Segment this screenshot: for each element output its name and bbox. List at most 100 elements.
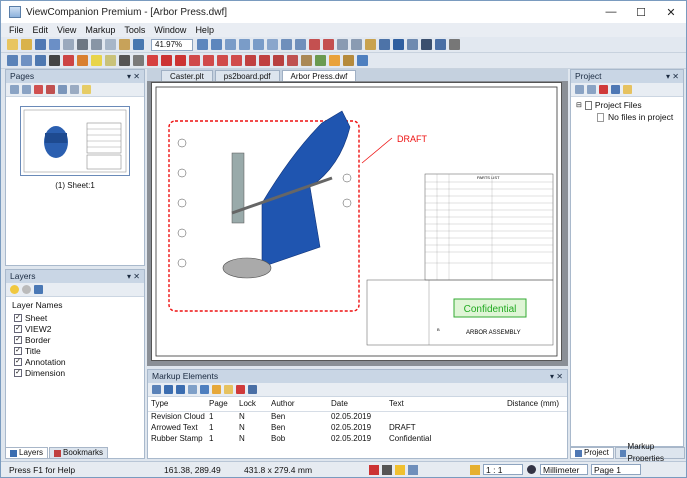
print-icon[interactable] <box>77 39 88 50</box>
markup-folder-icon[interactable] <box>224 385 233 394</box>
text-icon[interactable] <box>393 39 404 50</box>
tab-caster[interactable]: Caster.plt <box>161 70 213 81</box>
layers-icon[interactable] <box>407 39 418 50</box>
column-header[interactable]: Page <box>206 397 236 412</box>
color-icon[interactable] <box>147 55 158 66</box>
markup-export-icon[interactable] <box>188 385 197 394</box>
prev-page-icon[interactable] <box>281 39 292 50</box>
lock-icon[interactable] <box>343 55 354 66</box>
drawing-sheet[interactable]: DRAFT PARTS LIST Confidential B ARBOR AS… <box>151 82 562 361</box>
menu-edit[interactable]: Edit <box>33 25 49 35</box>
layer-item[interactable]: ✓ Dimension <box>14 367 144 378</box>
collapse-icon[interactable]: ⊟ <box>576 101 582 109</box>
close-button[interactable]: ✕ <box>656 1 686 23</box>
line-style-icon[interactable] <box>119 55 130 66</box>
panel-pin-icon[interactable]: ▾ ✕ <box>666 70 679 83</box>
layer-off-icon[interactable] <box>22 285 31 294</box>
stamp-icon[interactable] <box>273 55 284 66</box>
save-icon[interactable] <box>35 39 46 50</box>
next-page-icon[interactable] <box>295 39 306 50</box>
last-page-icon[interactable] <box>351 39 362 50</box>
first-page-icon[interactable] <box>337 39 348 50</box>
layer-reset-icon[interactable] <box>34 285 43 294</box>
zoom-out-icon[interactable] <box>211 39 222 50</box>
brush-icon[interactable] <box>77 55 88 66</box>
checkbox-icon[interactable]: ✓ <box>14 357 22 366</box>
panel-pin-icon[interactable]: ▾ ✕ <box>550 370 563 383</box>
project-save-icon[interactable] <box>611 85 620 94</box>
folder-icon[interactable] <box>21 39 32 50</box>
panel-pin-icon[interactable]: ▾ ✕ <box>127 270 140 283</box>
text-box-icon[interactable] <box>259 55 270 66</box>
table-row[interactable]: Rubber Stamp 1 N Bob 02.05.2019 Confidential <box>148 433 567 444</box>
zoom-in-icon[interactable] <box>197 39 208 50</box>
project-tree-root[interactable]: ⊟ Project Files <box>571 97 683 110</box>
project-open-icon[interactable] <box>575 85 584 94</box>
layer-item[interactable]: ✓ Border <box>14 334 144 345</box>
select-icon[interactable] <box>7 55 18 66</box>
arrowed-text-icon[interactable] <box>245 55 256 66</box>
page-copy-icon[interactable] <box>70 85 79 94</box>
pointer-icon[interactable] <box>49 55 60 66</box>
markup-filter-icon[interactable] <box>200 385 209 394</box>
ellipse-icon[interactable] <box>203 55 214 66</box>
markup-lock-icon[interactable] <box>212 385 221 394</box>
menu-view[interactable]: View <box>57 25 76 35</box>
zoom-width-icon[interactable] <box>253 39 264 50</box>
close-doc-icon[interactable] <box>63 39 74 50</box>
column-header[interactable]: Distance (mm) <box>504 397 567 412</box>
rotate-right-icon[interactable] <box>323 39 334 50</box>
table-row[interactable]: Arrowed Text 1 N Ben 02.05.2019 DRAFT <box>148 422 567 433</box>
layer-item[interactable]: ✓ Title <box>14 345 144 356</box>
grid-icon[interactable] <box>105 55 116 66</box>
pan-icon[interactable] <box>267 39 278 50</box>
print-icon[interactable] <box>382 464 392 475</box>
print-preview-icon[interactable] <box>91 39 102 50</box>
tab-bookmarks[interactable]: Bookmarks <box>49 447 109 459</box>
tab-ps2board[interactable]: ps2board.pdf <box>214 70 280 81</box>
highlight-icon[interactable] <box>91 55 102 66</box>
page-thumb-icon[interactable] <box>82 85 91 94</box>
pencil-icon[interactable] <box>63 55 74 66</box>
cloud-icon[interactable] <box>231 55 242 66</box>
project-add-icon[interactable] <box>587 85 596 94</box>
layer-item[interactable]: ✓ Annotation <box>14 356 144 367</box>
menu-window[interactable]: Window <box>154 25 186 35</box>
hatch-icon[interactable] <box>301 55 312 66</box>
panel-pin-icon[interactable]: ▾ ✕ <box>127 70 140 83</box>
text-select-icon[interactable] <box>21 55 32 66</box>
fit-icon[interactable] <box>408 464 418 475</box>
rectangle-icon[interactable] <box>189 55 200 66</box>
zoom-field[interactable]: 41.97% <box>151 38 193 51</box>
column-header[interactable]: Text <box>386 397 504 412</box>
unit-select[interactable]: Millimeter <box>540 464 588 475</box>
markup-sigma-icon[interactable] <box>176 385 185 394</box>
scale-select[interactable]: 1 : 1 <box>483 464 523 475</box>
info-icon[interactable] <box>527 465 536 474</box>
markup-delete-icon[interactable] <box>236 385 245 394</box>
maximize-button[interactable]: ☐ <box>626 1 656 23</box>
draft-arrow[interactable] <box>361 137 393 164</box>
compare-icon[interactable] <box>379 39 390 50</box>
column-header[interactable]: Type <box>148 397 206 412</box>
drawing-canvas[interactable]: DRAFT PARTS LIST Confidential B ARBOR AS… <box>152 83 561 360</box>
page-next-icon[interactable] <box>22 85 31 94</box>
tab-layers[interactable]: Layers <box>5 447 49 459</box>
measure-icon[interactable] <box>365 39 376 50</box>
image-icon[interactable] <box>315 55 326 66</box>
copy-icon[interactable] <box>105 39 116 50</box>
page-select[interactable]: Page 1 <box>591 464 641 475</box>
filter-icon[interactable] <box>357 55 368 66</box>
binoculars-icon[interactable] <box>421 39 432 50</box>
checkbox-icon[interactable]: ✓ <box>14 335 22 344</box>
paste-icon[interactable] <box>119 39 130 50</box>
pdf-icon[interactable] <box>369 464 379 475</box>
erase-icon[interactable] <box>329 55 340 66</box>
confidential-text[interactable]: Confidential <box>464 304 517 315</box>
checkbox-icon[interactable]: ✓ <box>14 368 22 377</box>
markup-layers-icon[interactable] <box>248 385 257 394</box>
rotate-icon[interactable] <box>309 39 320 50</box>
layer-item[interactable]: ✓ Sheet <box>14 312 144 323</box>
markup-select-icon[interactable] <box>152 385 161 394</box>
checkbox-icon[interactable]: ✓ <box>14 313 22 322</box>
